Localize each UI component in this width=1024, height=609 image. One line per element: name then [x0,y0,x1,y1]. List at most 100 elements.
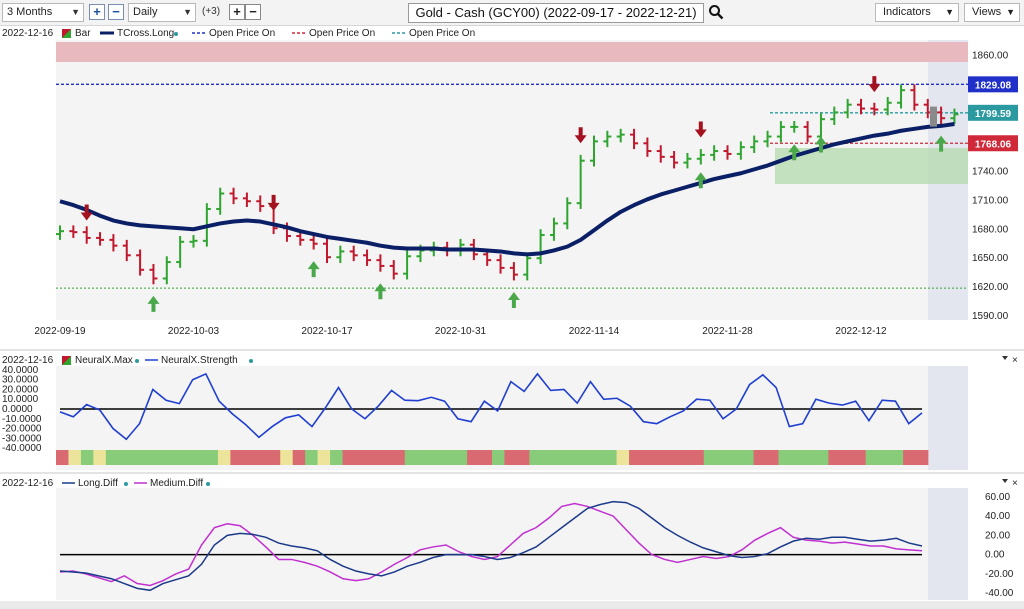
x-tick-label: 2022-12-12 [835,326,887,337]
price-tick-label: 1620.00 [972,282,1009,293]
neural-max-band [778,450,792,465]
neural-max-band [915,450,929,465]
neural-max-band [678,450,692,465]
neural-max-band [641,450,655,465]
neural-max-band [429,450,443,465]
neural-max-band [903,450,916,465]
neural-max-band [803,450,817,465]
zoom-out-button[interactable]: − [108,4,124,20]
neural-max-band [653,450,667,465]
neural-max-band [330,450,343,465]
chevron-down-icon: ▼ [71,7,80,17]
remove-button[interactable]: − [245,4,261,20]
diff-legend: 2022-12-16 Long.Diff Medium.Diff [2,478,210,489]
legend-open-red: Open Price On [309,28,375,39]
x-tick-label: 2022-10-03 [168,326,220,337]
close-icon[interactable]: × [1012,478,1018,489]
resistance-zone [56,42,968,62]
neural-max-band [753,450,767,465]
neural-legend: 2022-12-16 NeuralX.Max NeuralX.Strength [2,355,253,366]
neural-max-band [205,450,219,465]
settings-dot-icon[interactable] [249,359,253,363]
diff-panel-controls: × [1002,478,1018,489]
neural-tick-label: -40.0000 [2,443,42,454]
chevron-down-icon: ▼ [183,7,192,17]
price-tick-label: 1590.00 [972,311,1009,322]
neural-max-band [492,450,505,465]
x-tick-label: 2022-11-14 [569,326,620,337]
neural-max-band [168,450,181,465]
horizontal-scrollbar[interactable] [0,601,1024,609]
neural-max-band [155,450,169,465]
neural-panel-controls: × [1002,355,1018,366]
neural-max-band [579,450,593,465]
neural-max-band [790,450,804,465]
indicators-button[interactable]: Indicators ▼ [875,3,959,22]
neural-max-band [828,450,842,465]
neural-max-band [317,450,331,465]
price-tag-label: 1768.06 [975,139,1012,150]
x-tick-label: 2022-09-19 [34,326,86,337]
period-select[interactable]: 3 Months ▼ [2,3,84,22]
neural-max-band [766,450,779,465]
legend-tcross: TCross.Long [117,28,174,39]
collapse-icon[interactable] [1002,479,1008,483]
diff-tick-label: 60.00 [985,492,1010,503]
neural-max-band [467,450,480,465]
neural-max-band [878,450,892,465]
diff-legend-date: 2022-12-16 [2,478,54,489]
close-icon[interactable]: × [1012,355,1018,366]
legend-bar: Bar [75,28,91,39]
neural-max-band [68,450,82,465]
period-value: 3 Months [7,6,53,18]
chevron-down-icon: ▼ [1006,7,1015,17]
settings-dot-icon[interactable] [135,359,139,363]
x-tick-label: 2022-11-28 [702,326,753,337]
diff-tick-label: -40.00 [985,588,1014,599]
neural-max-band [504,450,518,465]
neural-max-band [604,450,617,465]
neural-max-band [93,450,107,465]
settings-dot-icon[interactable] [174,32,178,36]
count-badge: (+3) [202,6,221,17]
views-button[interactable]: Views ▼ [964,3,1020,22]
neural-max-band [143,450,157,465]
neural-max-band [479,450,493,465]
neural-max-band [80,450,94,465]
interval-select[interactable]: Daily ▼ [128,3,196,22]
price-tick-label: 1860.00 [972,50,1009,61]
neural-max-band [255,450,269,465]
settings-dot-icon[interactable] [124,482,128,486]
neural-max-band [629,450,642,465]
neural-max-band [741,450,754,465]
diff-tick-label: 0.00 [985,550,1005,561]
neural-max-band [865,450,879,465]
neural-max-band [242,450,256,465]
neural-max-band [541,450,555,465]
search-icon[interactable] [708,4,724,20]
neural-max-bands [56,450,929,465]
collapse-icon[interactable] [1002,356,1008,360]
neural-max-band [703,450,717,465]
legend-neural-strength: NeuralX.Strength [161,355,238,366]
neural-max-band [529,450,543,465]
neural-max-band [853,450,867,465]
neural-max-band [666,450,680,465]
neural-max-band [616,450,630,465]
neural-max-band [118,450,132,465]
chart-canvas: 2022-12-16 Bar TCross.Long Open Price On… [0,26,1024,609]
neural-max-band [280,450,294,465]
neural-max-band [354,450,368,465]
neural-max-band [342,450,356,465]
price-tag-label: 1799.59 [975,109,1012,120]
zoom-in-button[interactable]: + [89,4,105,20]
add-button[interactable]: + [229,4,245,20]
settings-dot-icon[interactable] [206,482,210,486]
neural-max-band [516,450,530,465]
neural-max-band [591,450,605,465]
symbol-title[interactable]: Gold - Cash (GCY00) (2022-09-17 - 2022-1… [408,3,704,23]
neural-max-band [691,450,705,465]
neural-max-band [890,450,904,465]
chevron-down-icon: ▼ [945,7,954,17]
neural-max-band [367,450,381,465]
